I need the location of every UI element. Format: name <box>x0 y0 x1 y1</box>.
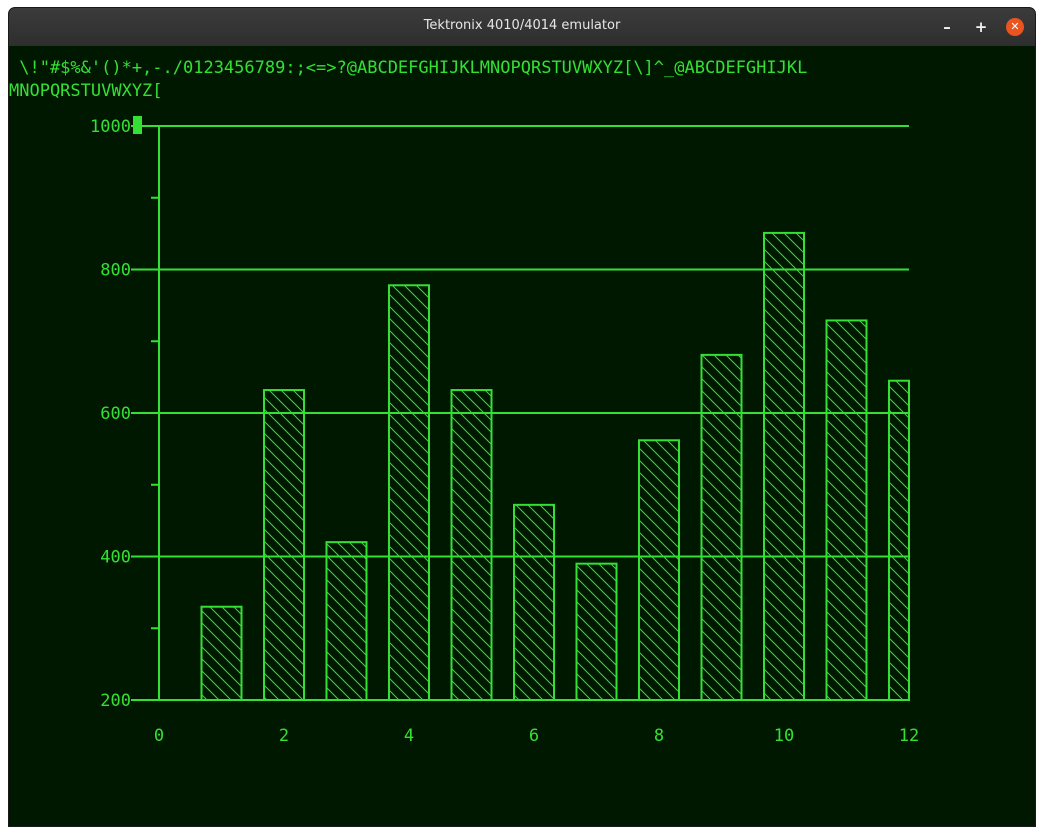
text-cursor <box>133 116 142 134</box>
y-tick-label: 400 <box>100 548 131 568</box>
close-button[interactable]: ✕ <box>1006 18 1024 36</box>
x-tick-label: 0 <box>154 726 164 746</box>
bar-5 <box>450 389 493 701</box>
x-tick-label: 10 <box>774 726 794 746</box>
window-title: Tektronix 4010/4014 emulator <box>423 18 621 33</box>
terminal-screen[interactable]: \!"#$%&'()*+,-./0123456789:;<=>?@ABCDEFG… <box>9 46 1035 826</box>
x-tick-label: 2 <box>279 726 289 746</box>
maximize-button[interactable]: + <box>971 17 991 37</box>
y-tick-label: 800 <box>100 261 131 281</box>
bar-6 <box>513 503 555 701</box>
bar-7 <box>575 562 618 701</box>
bar-4 <box>388 284 430 701</box>
y-tick-label: 1000 <box>90 117 131 137</box>
bar-11 <box>825 319 868 701</box>
x-tick-label: 12 <box>899 726 919 746</box>
bar-chart: 200 400 600 800 1000 0 2 4 6 8 10 12 <box>90 116 919 746</box>
emulator-window: Tektronix 4010/4014 emulator – + ✕ \!"#$… <box>9 8 1035 826</box>
x-tick-label: 4 <box>404 726 414 746</box>
bar-10 <box>763 231 805 701</box>
x-tick-label: 8 <box>654 726 664 746</box>
bar-1 <box>200 605 243 701</box>
bar-12 <box>888 379 910 701</box>
bar-2 <box>263 389 305 701</box>
minimize-button[interactable]: – <box>937 17 957 37</box>
y-tick-label: 600 <box>100 404 131 424</box>
bar-9 <box>700 353 743 701</box>
x-tick-label: 6 <box>529 726 539 746</box>
bars <box>200 231 910 701</box>
bar-8 <box>638 439 680 701</box>
bar-3 <box>325 541 368 701</box>
title-bar[interactable]: Tektronix 4010/4014 emulator – + ✕ <box>9 8 1035 46</box>
y-tick-label: 200 <box>100 691 131 711</box>
